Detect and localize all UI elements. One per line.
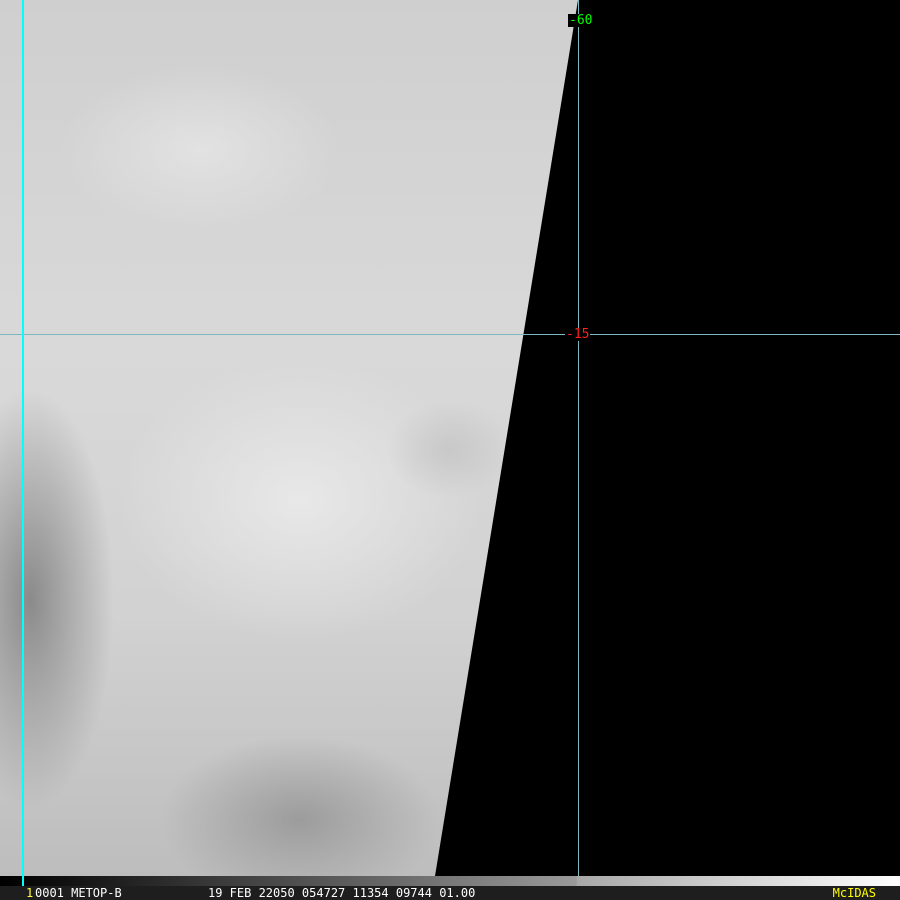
- mcidas-brand: McIDAS: [832, 886, 876, 900]
- satellite-viewer: -60 -15 1 0001 METOP-B 19 FEB 22050 0547…: [0, 0, 900, 900]
- longitude-line: [578, 0, 579, 876]
- latitude-label: -15: [565, 327, 591, 342]
- image-area: -60 -15: [0, 0, 900, 886]
- status-bar: 1 0001 METOP-B 19 FEB 22050 054727 11354…: [0, 886, 900, 900]
- frame-number: 1: [26, 886, 34, 900]
- cursor-line[interactable]: [22, 0, 24, 886]
- grayscale-colorbar: [0, 876, 900, 886]
- satellite-image: [0, 0, 578, 876]
- latitude-line: [0, 334, 900, 335]
- longitude-label: -60: [568, 13, 594, 28]
- satellite-info: 0001 METOP-B: [35, 886, 122, 900]
- image-metadata: 19 FEB 22050 054727 11354 09744 01.00: [208, 886, 476, 900]
